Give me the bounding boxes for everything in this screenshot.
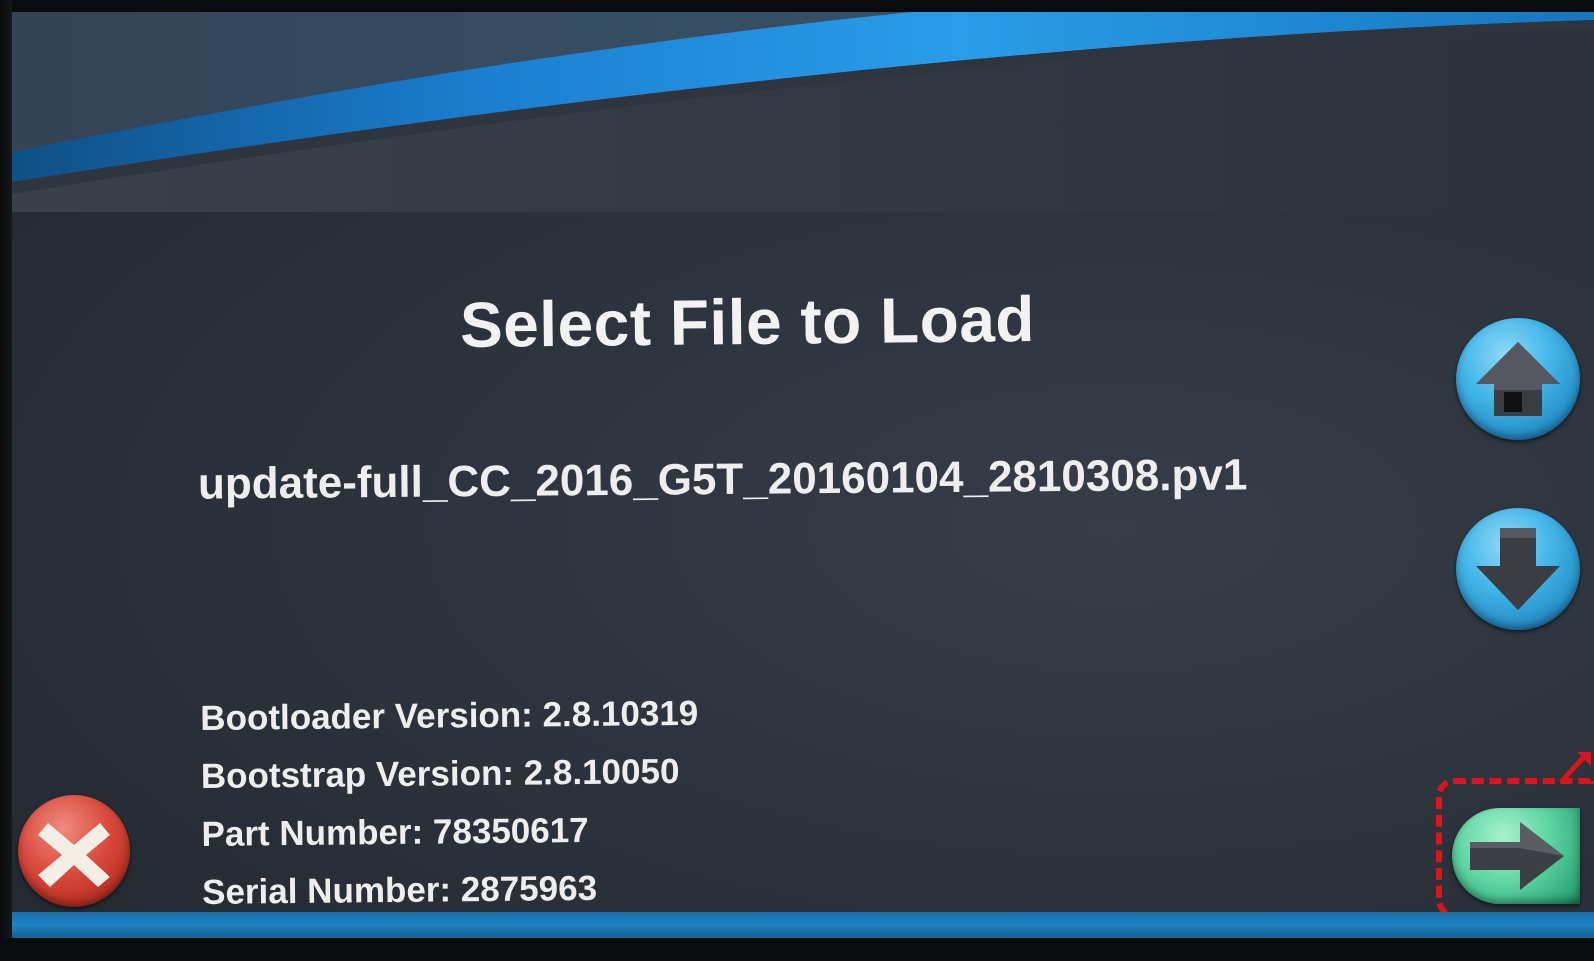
device-screen: Select File to Load update-full_CC_2016_… xyxy=(0,0,1594,961)
selected-file-name[interactable]: update-full_CC_2016_G5T_20160104_2810308… xyxy=(198,450,1248,509)
arrow-down-icon xyxy=(1476,528,1560,610)
header-swoosh xyxy=(12,12,1594,212)
annotation-highlight xyxy=(1436,778,1594,918)
scroll-down-button[interactable] xyxy=(1456,508,1580,630)
bezel-bottom xyxy=(0,938,1594,961)
footer-bar xyxy=(12,912,1594,938)
bezel-top xyxy=(0,0,1594,12)
part-number: Part Number: 78350617 xyxy=(201,810,589,854)
bezel-left xyxy=(0,0,12,961)
cancel-button[interactable] xyxy=(18,795,130,907)
device-info: Bootloader Version: 2.8.10319 Bootstrap … xyxy=(200,685,700,922)
page-title: Select File to Load xyxy=(459,282,1036,362)
arrow-up-icon xyxy=(1476,342,1560,416)
bootstrap-version: Bootstrap Version: 2.8.10050 xyxy=(200,751,680,796)
x-icon xyxy=(38,823,110,887)
bootloader-version: Bootloader Version: 2.8.10319 xyxy=(200,693,699,738)
scroll-up-button[interactable] xyxy=(1456,318,1580,440)
annotation-arrow-icon xyxy=(1559,752,1591,784)
